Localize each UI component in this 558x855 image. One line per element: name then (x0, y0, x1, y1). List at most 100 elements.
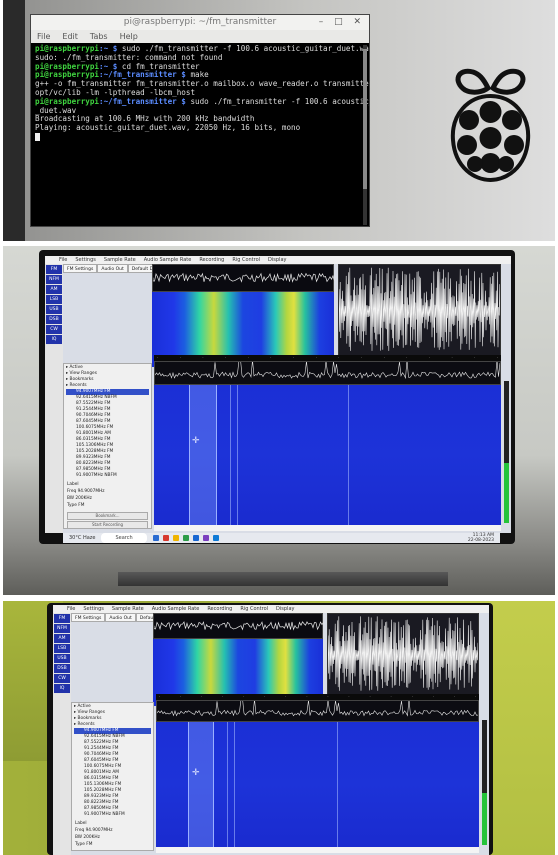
tuned-band-highlight[interactable] (189, 385, 217, 525)
sdr-menu-item[interactable]: File (67, 605, 75, 613)
mode-button-dsb[interactable]: DSB (54, 664, 70, 673)
monitor-edge (3, 0, 25, 241)
prompt-user: pi@raspberrypi (35, 96, 100, 106)
station-properties: Label Freq 94.9007MHz BW 200KHz Type FM (64, 480, 151, 510)
audio-waveform (338, 264, 501, 357)
property-bw[interactable]: BW 200KHz (67, 495, 148, 502)
command-text: cd fm_transmitter (117, 61, 200, 71)
terminal-output[interactable]: pi@raspberrypi :~ $ sudo ./fm_transmitter… (31, 43, 369, 228)
bookmark-tree[interactable]: ▸ Active ▸ View Ranges ▸ Bookmarks ▸ Recent… (72, 703, 153, 819)
app-icon[interactable] (192, 535, 199, 541)
app-icon[interactable] (152, 535, 159, 541)
mode-button-iq[interactable]: IQ (46, 335, 62, 344)
sdr-menu-item[interactable]: Rig Control (240, 605, 268, 613)
sdr-tab[interactable]: Audio Out (97, 264, 128, 273)
sidebar-button[interactable]: Start Recording (67, 521, 148, 528)
raspberry-pi-logo-icon (450, 68, 531, 183)
sdr-menu-item[interactable]: Audio Sample Rate (144, 256, 192, 264)
main-spectrum[interactable] (156, 700, 479, 722)
sidebar-button[interactable]: Bookmark... (67, 512, 148, 520)
main-waterfall[interactable]: ✛ (154, 385, 501, 525)
windows-taskbar[interactable]: 30°C Haze Search 11:13 AM 22-08-2023 (63, 533, 500, 543)
sdr-tab[interactable]: Audio Out (105, 613, 136, 622)
mode-button-fm[interactable]: FM (54, 614, 70, 623)
property-label[interactable]: Label (67, 481, 148, 488)
weather-widget[interactable]: 30°C Haze (69, 533, 95, 543)
command-text: make (185, 70, 209, 80)
sdr-menu-item[interactable]: Recording (199, 256, 224, 264)
taskbar-clock[interactable]: 11:13 AM 22-08-2023 (468, 533, 494, 543)
sdr-app[interactable]: File Settings Sample Rate Audio Sample Rate… (45, 256, 511, 533)
mode-button-am[interactable]: AM (46, 285, 62, 294)
sdr-menu-item[interactable]: Display (268, 256, 286, 264)
recent-station[interactable]: 91.9007MHz NBFM (74, 812, 151, 818)
prompt-path: :~ $ (99, 61, 118, 71)
mode-button-dsb[interactable]: DSB (46, 315, 62, 324)
terminal-cursor (35, 132, 40, 141)
waterfall-carrier-line (230, 385, 231, 525)
terminal-line: pi@raspberrypi:~/fm_transmitter $ sudo .… (35, 96, 369, 107)
property-freq[interactable]: Freq 94.9007MHz (67, 488, 148, 495)
waterfall-carrier-line (348, 385, 349, 525)
main-waterfall[interactable]: ✛ (156, 722, 479, 847)
bookmark-tree[interactable]: ▸ Active ▸ View Ranges ▸ Bookmarks ▸ Recent… (64, 364, 151, 480)
mode-button-lsb[interactable]: LSB (54, 644, 70, 653)
app-icon[interactable] (182, 535, 189, 541)
crosshair-cursor-icon: ✛ (192, 436, 200, 446)
recent-station[interactable]: 91.9007MHz NBFM (66, 473, 149, 479)
sdr-tab[interactable]: FM Settings (71, 613, 106, 622)
prompt-user: pi@raspberrypi (35, 44, 100, 53)
sdr-tab[interactable]: FM Settings (63, 264, 98, 273)
taskbar-icons[interactable] (152, 535, 219, 541)
zoom-spectrum[interactable] (152, 264, 335, 292)
mode-button-lsb[interactable]: LSB (46, 295, 62, 304)
window-controls[interactable]: – □ ✕ (319, 15, 365, 30)
sdr-menu-item[interactable]: Audio Sample Rate (152, 605, 200, 613)
menu-tabs[interactable]: Tabs (90, 30, 108, 43)
sdr-menu-item[interactable]: Recording (207, 605, 232, 613)
menu-edit[interactable]: Edit (62, 30, 78, 43)
laptop-hinge (118, 572, 448, 586)
main-spectrum[interactable] (154, 361, 501, 385)
mode-button-cw[interactable]: CW (46, 325, 62, 334)
sdr-app[interactable]: File Settings Sample Rate Audio Sample Rate… (53, 605, 489, 855)
sdr-menu-item[interactable]: Display (276, 605, 294, 613)
prompt-path: :~/fm_transmitter $ (99, 70, 186, 80)
mode-button-am[interactable]: AM (54, 634, 70, 643)
sdr-mode-panel: FM NFM AM LSB USB DSB CW IQ (45, 264, 63, 533)
mode-button-fm[interactable]: FM (46, 265, 62, 274)
tuned-band-highlight[interactable] (188, 722, 214, 847)
property-label[interactable]: Label (75, 820, 150, 827)
terminal-titlebar[interactable]: pi@raspberrypi: ~/fm_transmitter – □ ✕ (31, 15, 369, 30)
sdr-menu-item[interactable]: Sample Rate (112, 605, 144, 613)
app-icon[interactable] (202, 535, 209, 541)
taskbar-search[interactable]: Search (101, 533, 147, 543)
mode-button-nfm[interactable]: NFM (54, 624, 70, 633)
zoom-spectrum[interactable] (153, 613, 324, 639)
mode-button-usb[interactable]: USB (54, 654, 70, 663)
sdr-menu-item[interactable]: Rig Control (232, 256, 260, 264)
property-freq[interactable]: Freq 94.9007MHz (75, 827, 150, 834)
app-icon[interactable] (212, 535, 219, 541)
mode-button-nfm[interactable]: NFM (46, 275, 62, 284)
menu-file[interactable]: File (37, 30, 50, 43)
terminal-window[interactable]: pi@raspberrypi: ~/fm_transmitter – □ ✕ F… (30, 14, 370, 227)
sdr-menu-item[interactable]: Settings (75, 256, 96, 264)
sdr-menu-item[interactable]: File (59, 256, 67, 264)
app-icon[interactable] (162, 535, 169, 541)
command-text: sudo ./fm_transmitter -f 100.6 acoustic_… (190, 96, 369, 106)
property-type[interactable]: Type FM (67, 502, 148, 509)
sidebar-buttons: Bookmark...Start RecordingRemove Station (64, 510, 151, 528)
sdr-menu-item[interactable]: Sample Rate (104, 256, 136, 264)
app-icon[interactable] (172, 535, 179, 541)
waterfall-carrier-line (227, 722, 228, 847)
mode-button-cw[interactable]: CW (54, 674, 70, 683)
property-bw[interactable]: BW 200KHz (75, 834, 150, 841)
waterfall-carrier-line (234, 722, 235, 847)
menu-help[interactable]: Help (120, 30, 138, 43)
mode-button-iq[interactable]: IQ (54, 684, 70, 693)
sdr-menu-item[interactable]: Settings (83, 605, 104, 613)
property-type[interactable]: Type FM (75, 841, 150, 848)
terminal-scrollbar[interactable] (363, 45, 367, 225)
mode-button-usb[interactable]: USB (46, 305, 62, 314)
